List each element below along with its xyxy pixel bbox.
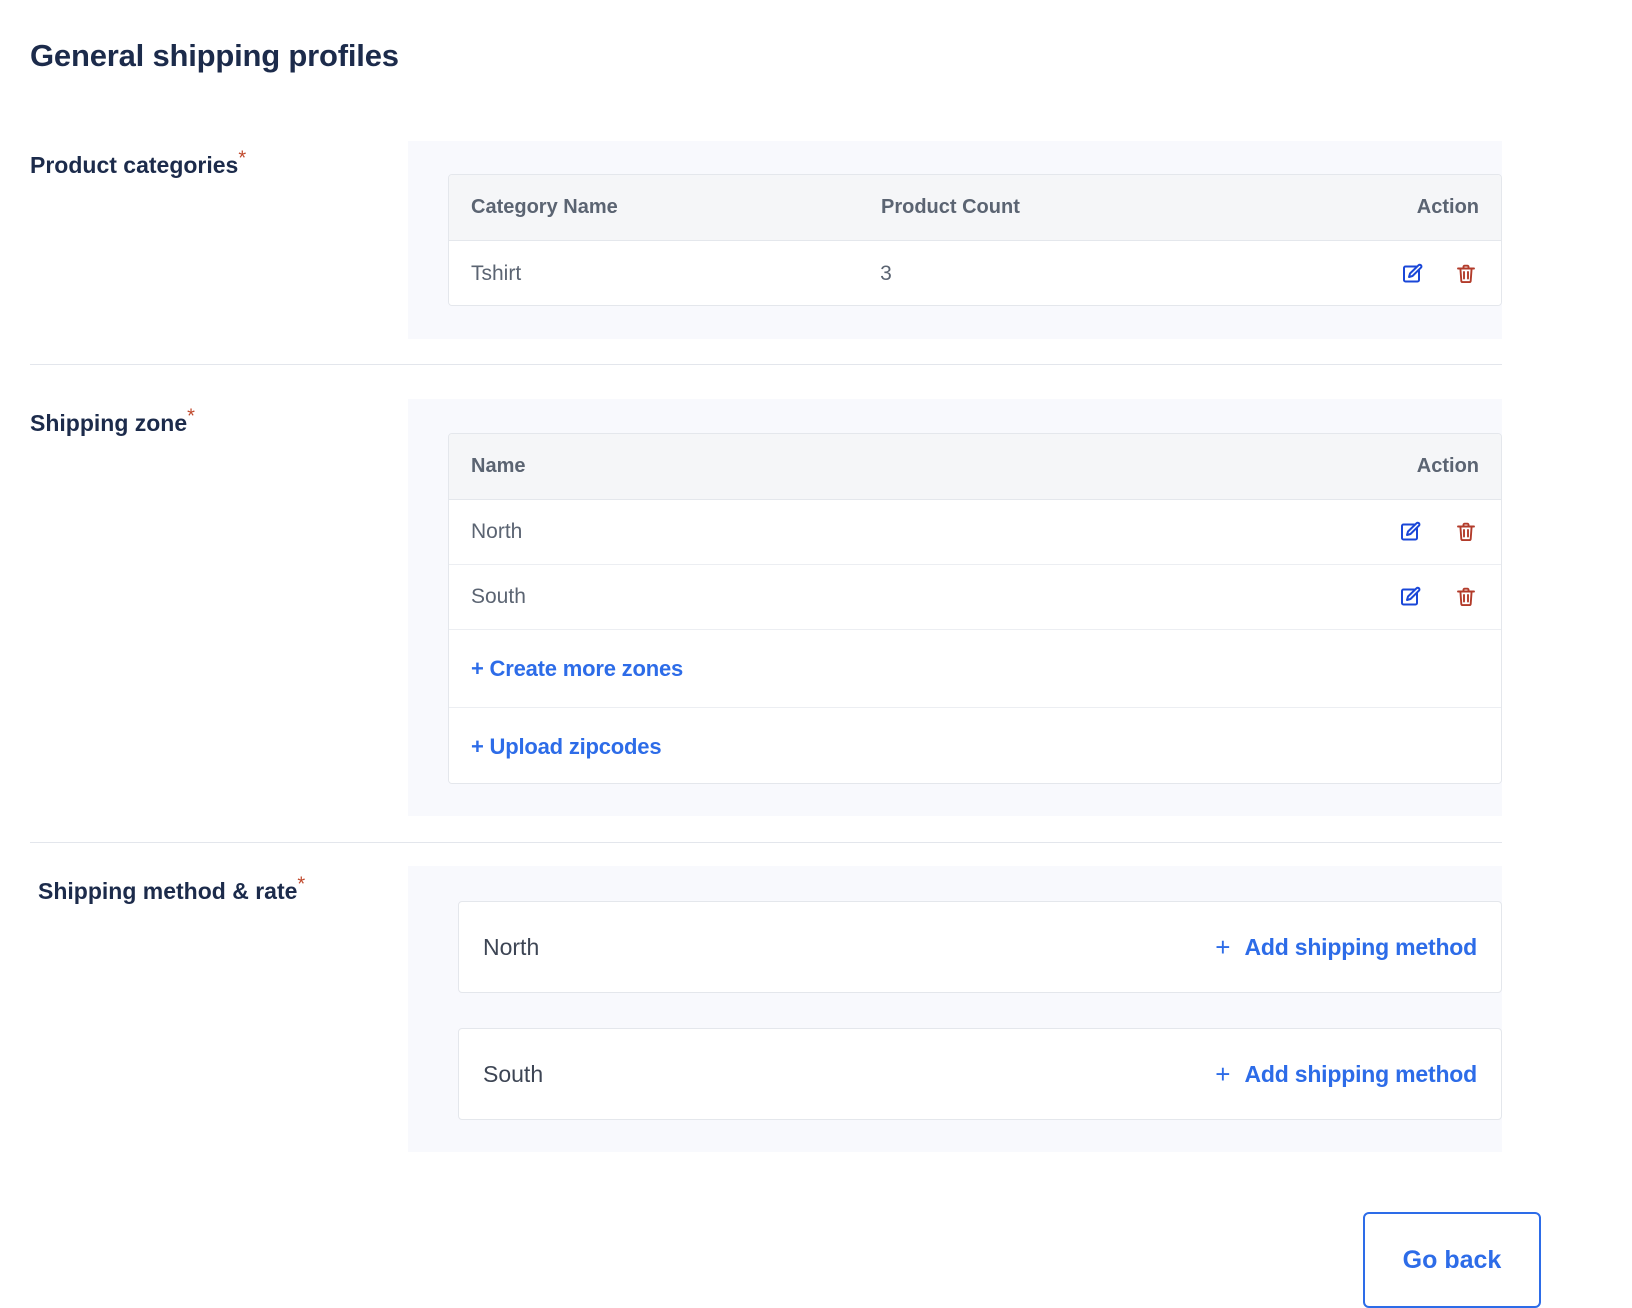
shipping-method-zone-card: South + Add shipping method	[458, 1028, 1502, 1120]
table-row: Tshirt 3	[449, 241, 1501, 305]
cell-category-name: Tshirt	[471, 261, 522, 285]
edit-pencil-square-icon[interactable]	[1397, 519, 1423, 545]
column-header-product-count: Product Count	[881, 196, 1020, 218]
shipping-zone-label: Shipping zone*	[30, 406, 195, 437]
column-header-action: Action	[1416, 196, 1479, 218]
shipping-method-rate-label-text: Shipping method & rate	[38, 878, 298, 904]
plus-icon: +	[1215, 932, 1231, 962]
column-header-category-name: Category Name	[471, 196, 618, 218]
table-row: North	[449, 500, 1501, 565]
go-back-button[interactable]: Go back	[1363, 1212, 1541, 1308]
shipping-zone-table: Name Action North South + Create more zo…	[448, 433, 1502, 784]
product-categories-table: Category Name Product Count Action Tshir…	[448, 174, 1502, 306]
section-divider-2	[30, 842, 1502, 843]
shipping-zone-panel: Name Action North South + Create more zo…	[408, 399, 1502, 816]
create-more-zones-link[interactable]: + Create more zones	[449, 630, 1501, 708]
cell-product-count: 3	[880, 261, 892, 285]
shipping-method-zone-card: North + Add shipping method	[458, 901, 1502, 993]
column-header-action: Action	[1416, 455, 1479, 477]
required-asterisk: *	[238, 147, 247, 170]
upload-zipcodes-link[interactable]: + Upload zipcodes	[449, 708, 1501, 783]
required-asterisk: *	[187, 405, 195, 428]
general-shipping-profiles-page: General shipping profiles Product catego…	[0, 0, 1632, 1308]
product-categories-label: Product categories*	[30, 148, 246, 179]
trash-icon[interactable]	[1453, 584, 1479, 610]
product-categories-label-text: Product categories	[30, 152, 239, 178]
product-categories-panel: Category Name Product Count Action Tshir…	[408, 141, 1502, 339]
row-actions	[1397, 519, 1479, 545]
table-header-row: Category Name Product Count Action	[449, 175, 1501, 241]
add-shipping-method-button[interactable]: + Add shipping method	[1215, 1061, 1477, 1088]
page-title: General shipping profiles	[30, 38, 399, 73]
section-divider-1	[30, 364, 1502, 365]
row-actions	[1399, 261, 1479, 287]
add-shipping-method-button[interactable]: + Add shipping method	[1215, 934, 1477, 961]
zone-name: South	[483, 1060, 544, 1087]
cell-zone-name: North	[471, 520, 523, 543]
trash-icon[interactable]	[1453, 261, 1479, 287]
column-header-name: Name	[471, 455, 526, 477]
row-actions	[1397, 584, 1479, 610]
shipping-zone-label-text: Shipping zone	[30, 410, 188, 436]
cell-zone-name: South	[471, 585, 526, 608]
plus-icon: +	[1215, 1059, 1231, 1089]
trash-icon[interactable]	[1453, 519, 1479, 545]
table-header-row: Name Action	[449, 434, 1501, 500]
add-shipping-method-label: Add shipping method	[1244, 1060, 1477, 1087]
zone-name: North	[483, 933, 540, 960]
required-asterisk: *	[297, 873, 306, 896]
edit-pencil-square-icon[interactable]	[1399, 261, 1425, 287]
edit-pencil-square-icon[interactable]	[1397, 584, 1423, 610]
add-shipping-method-label: Add shipping method	[1244, 933, 1477, 960]
table-row: South	[449, 565, 1501, 630]
create-more-zones-label: + Create more zones	[471, 655, 684, 681]
shipping-method-rate-label: Shipping method & rate*	[38, 874, 305, 905]
upload-zipcodes-label: + Upload zipcodes	[471, 734, 662, 759]
